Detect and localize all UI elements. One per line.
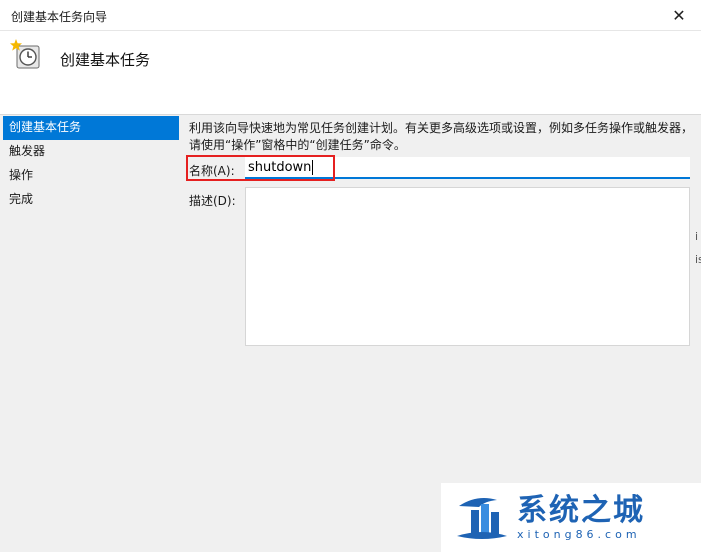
description-textarea[interactable] xyxy=(245,187,690,346)
step-create-basic-task[interactable]: 创建基本任务 xyxy=(3,116,179,140)
wizard-steps: 创建基本任务 触发器 操作 完成 xyxy=(3,116,179,212)
window-title: 创建基本任务向导 xyxy=(11,10,108,24)
wizard-header: 创建基本任务 xyxy=(0,31,701,115)
watermark: 系统之城 xitong86.com xyxy=(441,483,701,552)
close-button[interactable]: ✕ xyxy=(657,0,701,30)
step-finish[interactable]: 完成 xyxy=(3,188,179,212)
edge-artifact: is xyxy=(695,253,701,266)
close-icon: ✕ xyxy=(672,5,686,25)
highlight-box xyxy=(186,155,335,181)
step-trigger[interactable]: 触发器 xyxy=(3,140,179,164)
description-label: 描述(D): xyxy=(189,194,236,208)
clock-star-icon xyxy=(10,39,40,69)
watermark-subtitle: xitong86.com xyxy=(517,528,641,541)
wizard-description: 利用该向导快速地为常见任务创建计划。有关更多高级选项或设置，例如多任务操作或触发… xyxy=(189,121,694,152)
edge-artifact: i xyxy=(695,230,699,243)
step-action[interactable]: 操作 xyxy=(3,164,179,188)
watermark-title: 系统之城 xyxy=(517,493,645,528)
site-logo-icon xyxy=(457,497,507,539)
page-title: 创建基本任务 xyxy=(60,51,151,69)
title-bar: 创建基本任务向导 ✕ xyxy=(0,0,701,31)
